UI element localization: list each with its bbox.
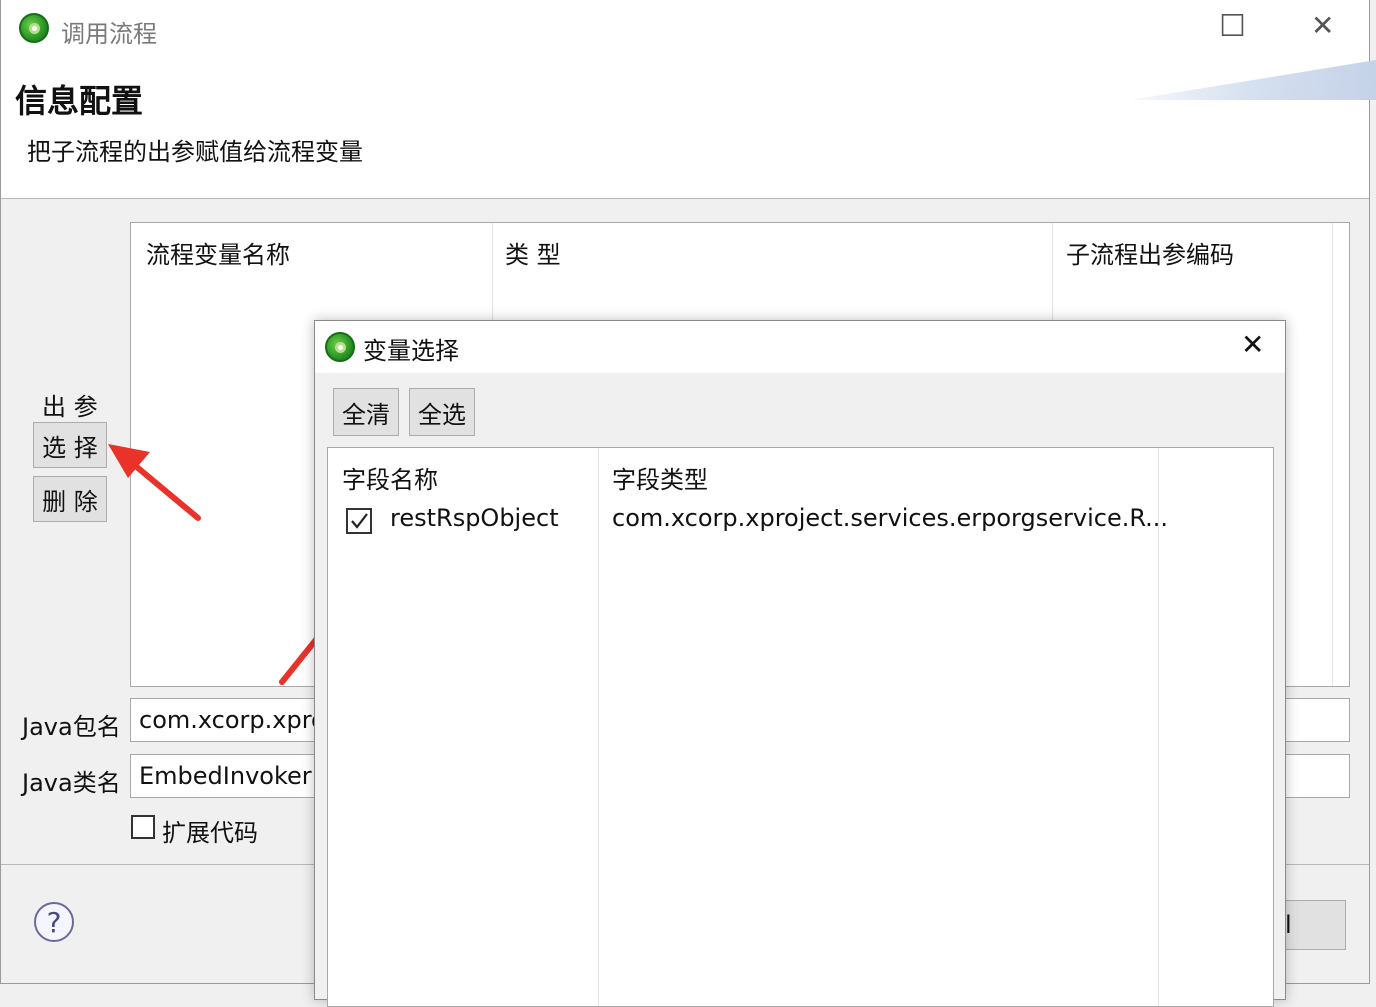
dialog-app-icon: [325, 332, 355, 362]
dialog-title: 变量选择: [363, 337, 459, 365]
arrow-to-select-button-icon: [108, 444, 201, 521]
column-header-field-name[interactable]: 字段名称: [342, 460, 438, 495]
dialog-close-button[interactable]: ✕: [1241, 331, 1264, 359]
table-row[interactable]: restRspObject com.xcorp.xproject.service…: [328, 496, 1273, 544]
clear-all-button[interactable]: 全清: [333, 388, 399, 436]
field-table[interactable]: 字段名称 字段类型 restRspObject com.xcorp.xproje…: [327, 447, 1274, 1007]
select-all-button[interactable]: 全选: [409, 388, 475, 436]
field-name-cell: restRspObject: [390, 504, 559, 532]
row-checkbox[interactable]: [346, 508, 372, 534]
column-header-field-type[interactable]: 字段类型: [612, 460, 708, 495]
checkmark-icon: [351, 513, 368, 529]
dialog-title-bar: 变量选择 ✕: [315, 321, 1285, 373]
variable-select-dialog: 变量选择 ✕ 全清 全选 字段名称 字段类型 restRspObject com…: [314, 320, 1286, 1007]
field-type-cell: com.xcorp.xproject.services.erporgservic…: [612, 504, 1169, 532]
